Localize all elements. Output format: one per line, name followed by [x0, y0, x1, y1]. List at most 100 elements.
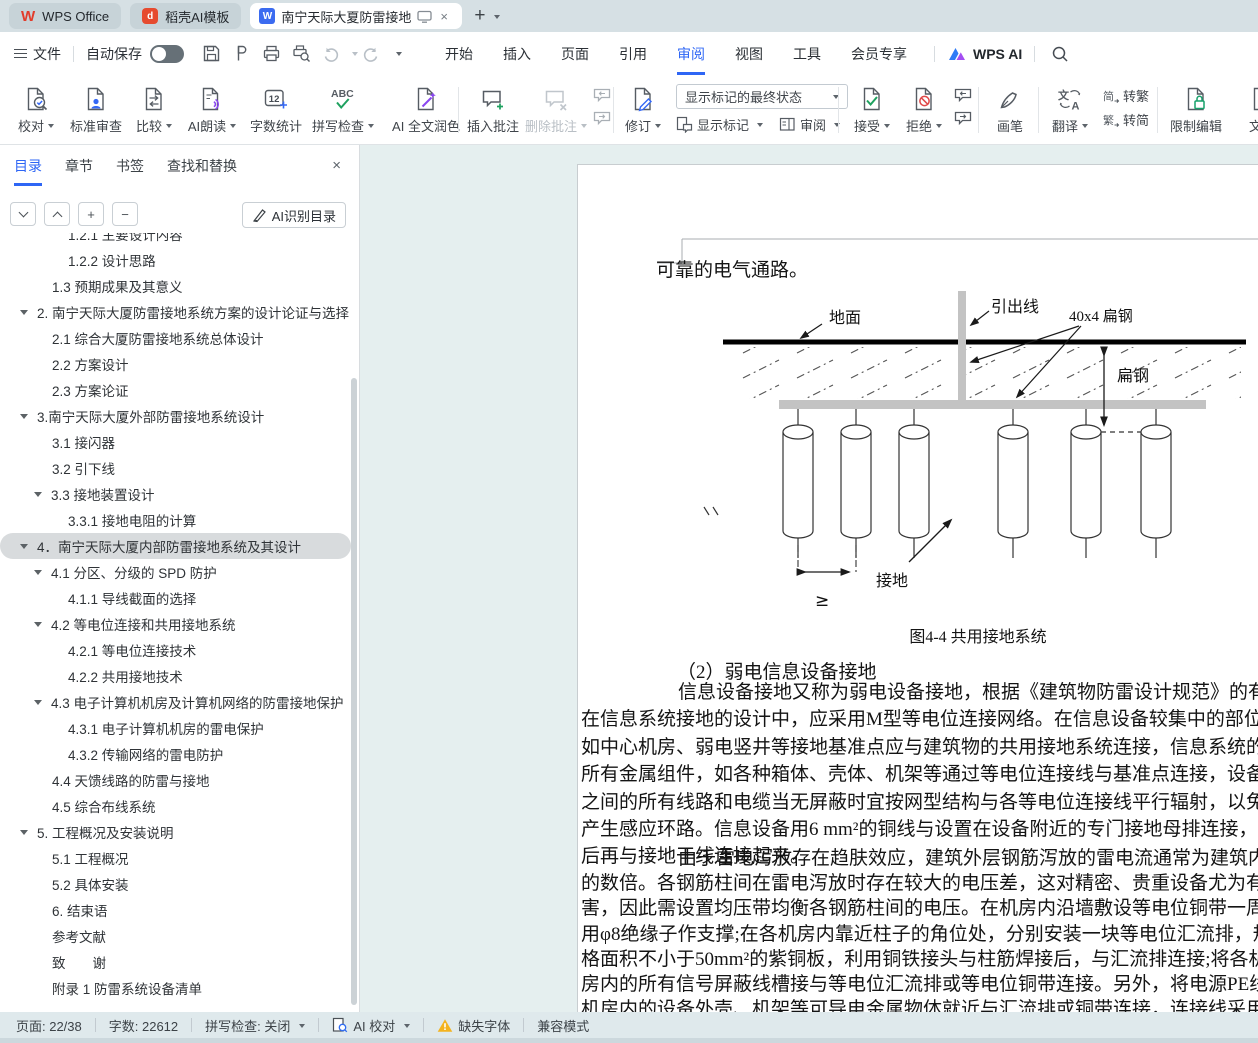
toc-item[interactable]: 2.2 方案设计	[0, 351, 351, 377]
autosave-toggle[interactable]	[150, 45, 184, 63]
toc-item[interactable]: 5.2 具体安装	[0, 871, 351, 897]
spell-check-button[interactable]: ABC 拼写检查	[308, 75, 378, 135]
toc-item[interactable]: 2.3 方案论证	[0, 377, 351, 403]
toc-item[interactable]: 3.3 接地装置设计	[0, 481, 351, 507]
toc-item[interactable]: 3.1 接闪器	[0, 429, 351, 455]
toc-collapse-arrow-icon[interactable]	[20, 544, 28, 549]
to-traditional-button[interactable]: 简 转繁	[1103, 86, 1149, 105]
sidebar-tab-bookmarks[interactable]: 书签	[116, 156, 144, 186]
menu-view[interactable]: 视图	[735, 32, 763, 75]
toc-collapse-button[interactable]: −	[112, 202, 138, 226]
document-page[interactable]: 可靠的电气通路。	[577, 164, 1258, 1012]
toc-item[interactable]: 3.南宁天际大厦外部防雷接地系统设计	[0, 403, 351, 429]
toc-item[interactable]: 2. 南宁天际大厦防雷接地系统方案的设计论证与选择	[0, 299, 351, 325]
toc-item[interactable]: 4.3.2 传输网络的雷电防护	[0, 741, 351, 767]
undo-button[interactable]	[318, 41, 344, 67]
ai-polish-button[interactable]: AI 全文润色	[378, 75, 474, 135]
toc-next-button[interactable]	[10, 202, 36, 226]
toc-item[interactable]: 4.1 分区、分级的 SPD 防护	[0, 559, 351, 585]
sidebar-tab-contents[interactable]: 目录	[14, 156, 42, 186]
toc-item[interactable]: 5. 工程概况及安装说明	[0, 819, 351, 845]
menu-home[interactable]: 开始	[445, 32, 473, 75]
toc-item[interactable]: 4.2.2 共用接地技术	[0, 663, 351, 689]
save-button[interactable]	[198, 41, 224, 67]
toc-collapse-arrow-icon[interactable]	[34, 622, 42, 627]
toc-item[interactable]: 6. 结束语	[0, 897, 351, 923]
menu-page[interactable]: 页面	[561, 32, 589, 75]
tab-wps-office[interactable]: W WPS Office	[9, 3, 121, 29]
toc-collapse-arrow-icon[interactable]	[20, 830, 28, 835]
to-simplified-button[interactable]: 繁 转简	[1103, 110, 1149, 129]
wps-ai-button[interactable]: WPS AI	[947, 45, 1022, 63]
delete-comment-button[interactable]: 删除批注	[523, 75, 589, 135]
export-pdf-button[interactable]	[228, 41, 254, 67]
word-count-indicator[interactable]: 字数: 22612	[109, 1016, 178, 1035]
reject-change-button[interactable]: 拒绝	[898, 75, 950, 135]
tab-document-active[interactable]: W 南宁天际大夏防雷接地系统设 ×	[250, 3, 462, 29]
translate-button[interactable]: 文A 翻译	[1045, 75, 1095, 135]
screen-share-icon[interactable]	[417, 9, 432, 24]
tab-list-caret-icon[interactable]	[494, 15, 500, 22]
print-button[interactable]	[258, 41, 284, 67]
sidebar-tab-chapters[interactable]: 章节	[65, 156, 93, 186]
track-changes-button[interactable]: 修订	[620, 75, 666, 135]
toc-item[interactable]: 2.1 综合大厦防雷接地系统总体设计	[0, 325, 351, 351]
menu-reference[interactable]: 引用	[619, 32, 647, 75]
previous-change-icon[interactable]	[954, 88, 972, 103]
close-sidebar-icon[interactable]: ×	[332, 157, 341, 174]
previous-comment-icon[interactable]	[593, 88, 611, 103]
toc-item[interactable]: 致 谢	[0, 949, 351, 975]
undo-caret-icon[interactable]	[352, 52, 358, 59]
ai-proofread-status[interactable]: AI 校对	[332, 1016, 410, 1035]
toc-item[interactable]: 4.2.1 等电位连接技术	[0, 637, 351, 663]
toc-collapse-arrow-icon[interactable]	[34, 570, 42, 575]
print-preview-button[interactable]	[288, 41, 314, 67]
toc-item[interactable]: 1.2.1 主要设计内容	[0, 233, 351, 247]
missing-font-warning[interactable]: 缺失字体	[437, 1016, 510, 1035]
toc-collapse-arrow-icon[interactable]	[34, 700, 42, 705]
markup-mode-dropdown[interactable]: 显示标记的最终状态	[676, 84, 848, 109]
menu-tools[interactable]: 工具	[793, 32, 821, 75]
menu-membership[interactable]: 会员专享	[851, 32, 907, 75]
quick-access-caret-icon[interactable]	[396, 52, 402, 59]
redo-button[interactable]	[358, 41, 384, 67]
toc-item[interactable]: 4.2 等电位连接和共用接地系统	[0, 611, 351, 637]
next-comment-icon[interactable]	[593, 111, 611, 126]
new-tab-button[interactable]: +	[474, 5, 485, 27]
menu-insert[interactable]: 插入	[503, 32, 531, 75]
toc-item[interactable]: 4.4 天馈线路的防雷与接地	[0, 767, 351, 793]
doc-permission-button[interactable]: 文档	[1232, 75, 1258, 135]
tab-docer-templates[interactable]: d 稻壳AI模板	[130, 3, 241, 29]
toc-item[interactable]: 4．南宁天际大厦内部防雷接地系统及其设计	[0, 533, 351, 559]
sidebar-scrollbar[interactable]	[351, 378, 357, 1005]
toc-item[interactable]: 参考文献	[0, 923, 351, 949]
toc-collapse-arrow-icon[interactable]	[20, 310, 28, 315]
draw-pen-button[interactable]: 画笔	[985, 75, 1035, 135]
next-change-icon[interactable]	[954, 111, 972, 126]
spellcheck-status[interactable]: 拼写检查: 关闭	[205, 1016, 305, 1035]
insert-comment-button[interactable]: 插入批注	[463, 75, 523, 135]
reviewing-pane-button[interactable]: 审阅	[779, 115, 840, 134]
close-tab-icon[interactable]: ×	[438, 9, 450, 24]
toc-item[interactable]: 5.1 工程概况	[0, 845, 351, 871]
toc-item[interactable]: 4.5 综合布线系统	[0, 793, 351, 819]
compare-button[interactable]: 比较	[128, 75, 180, 135]
file-menu-button[interactable]: 文件	[14, 44, 61, 64]
standard-review-button[interactable]: 标准审查	[64, 75, 128, 135]
toc-item[interactable]: 4.3.1 电子计算机机房的雷电保护	[0, 715, 351, 741]
toc-previous-button[interactable]	[44, 202, 70, 226]
page-indicator[interactable]: 页面: 22/38	[16, 1016, 82, 1035]
restrict-editing-button[interactable]: 限制编辑	[1164, 75, 1228, 135]
grounding-system-figure[interactable]: 地面 引出线 40x4 扁钢 扁钢	[579, 281, 1258, 627]
ai-recognize-toc-button[interactable]: AI识别目录	[242, 202, 346, 228]
word-count-button[interactable]: 12 字数统计	[244, 75, 308, 135]
ai-read-aloud-button[interactable]: AI朗读	[180, 75, 244, 135]
toc-collapse-arrow-icon[interactable]	[34, 492, 42, 497]
toc-item[interactable]: 1.3 预期成果及其意义	[0, 273, 351, 299]
document-area[interactable]: 可靠的电气通路。	[360, 145, 1258, 1012]
sidebar-tab-find-replace[interactable]: 查找和替换	[167, 156, 237, 186]
toc-item[interactable]: 4.1.1 导线截面的选择	[0, 585, 351, 611]
menu-review[interactable]: 审阅	[677, 32, 705, 75]
show-markup-button[interactable]: 显示标记	[676, 115, 763, 134]
toc-item[interactable]: 3.3.1 接地电阻的计算	[0, 507, 351, 533]
